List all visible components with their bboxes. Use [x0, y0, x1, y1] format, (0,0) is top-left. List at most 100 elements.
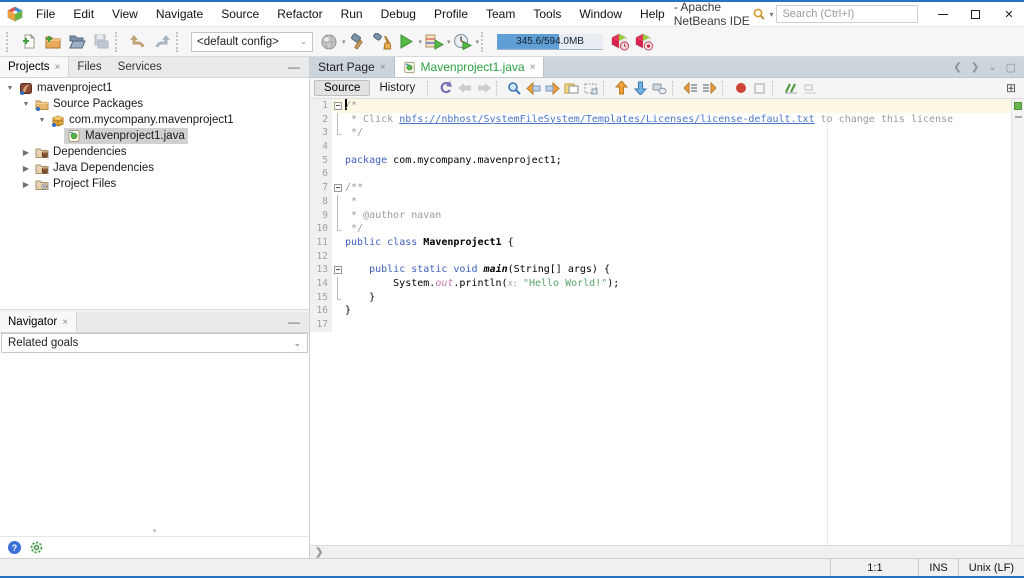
code-line[interactable]: 2 * Click nbfs://nbhost/SystemFileSystem… [310, 113, 1011, 127]
tree-chevron-icon[interactable]: ▶ [20, 164, 32, 173]
code-line-content[interactable]: */ [332, 126, 1011, 140]
code-line[interactable]: 5package com.mycompany.mavenproject1; [310, 154, 1011, 168]
minimize-button[interactable] [926, 2, 959, 26]
profile-caret[interactable]: ▾ [476, 38, 480, 46]
toolbar-grip[interactable] [6, 32, 13, 52]
editor-tab-start-page[interactable]: Start Page× [310, 57, 394, 77]
find-next-icon[interactable] [543, 79, 562, 97]
code-text[interactable]: } [345, 291, 375, 305]
search-input[interactable]: Search (Ctrl+I) [776, 5, 918, 23]
code-line[interactable]: 6 [310, 167, 1011, 181]
set-configuration-caret[interactable]: ▾ [342, 38, 346, 46]
settings-gear-icon[interactable] [29, 540, 44, 555]
tree-row[interactable]: ▶Java Dependencies [0, 160, 309, 176]
set-configuration-icon[interactable] [317, 30, 341, 54]
toolbar-grip[interactable] [481, 32, 488, 52]
forward-icon[interactable] [474, 79, 493, 97]
code-text[interactable]: System.out.println(x: "Hello World!"); [345, 277, 619, 291]
code-text[interactable]: public class Mavenproject1 { [345, 236, 514, 250]
tree-chevron-icon[interactable]: ▼ [20, 101, 32, 108]
tree-chevron-icon[interactable]: ▼ [36, 117, 48, 124]
redo-button[interactable] [150, 30, 174, 54]
code-line[interactable]: 8 * [310, 195, 1011, 209]
error-stripe[interactable] [1011, 99, 1024, 545]
scroll-tabs-right-icon[interactable]: ❯ [971, 62, 979, 73]
code-line-content[interactable]: System.out.println(x: "Hello World!"); [332, 277, 1011, 291]
menu-window[interactable]: Window [570, 4, 631, 24]
undo-button[interactable] [126, 30, 150, 54]
code-text[interactable]: * [345, 195, 357, 209]
shift-right-icon[interactable] [700, 79, 719, 97]
project-configuration-select[interactable]: <default config>⌄ [191, 32, 313, 52]
search-dropdown-caret[interactable]: ▾ [769, 10, 773, 19]
next-occurrence-icon[interactable] [631, 79, 650, 97]
code-line[interactable]: 14 System.out.println(x: "Hello World!")… [310, 277, 1011, 291]
code-line-content[interactable]: public static void main(String[] args) { [332, 263, 1011, 277]
fold-collapse-box[interactable] [334, 184, 342, 192]
insert-mode-status[interactable]: INS [918, 559, 957, 576]
minimize-panel-icon[interactable]: — [279, 57, 309, 77]
code-text[interactable]: /** [345, 181, 363, 195]
split-editor-icon[interactable]: ⊞ [1006, 81, 1020, 95]
code-line-content[interactable]: public class Mavenproject1 { [332, 236, 1011, 250]
uncomment-icon[interactable] [800, 79, 819, 97]
code-text[interactable]: * @author navan [345, 209, 441, 223]
fold-toggle-icon[interactable] [332, 99, 345, 113]
tree-row[interactable]: ▼Source Packages [0, 96, 309, 112]
tree-row[interactable]: ▶Project Files [0, 176, 309, 192]
menu-navigate[interactable]: Navigate [147, 4, 212, 24]
menu-run[interactable]: Run [332, 4, 372, 24]
close-icon[interactable]: × [380, 62, 386, 73]
tree-item[interactable]: Dependencies [32, 144, 130, 160]
expand-output-icon[interactable]: ❯ [315, 547, 323, 558]
tree-row[interactable]: ▼com.mycompany.mavenproject1 [0, 112, 309, 128]
code-text[interactable]: /* [345, 99, 357, 113]
find-previous-icon[interactable] [524, 79, 543, 97]
code-line[interactable]: 3 */ [310, 126, 1011, 140]
code-line-content[interactable] [332, 140, 1011, 154]
code-line-content[interactable] [332, 250, 1011, 264]
tree-chevron-icon[interactable]: ▼ [4, 85, 16, 92]
new-project-button[interactable] [41, 30, 65, 54]
menu-view[interactable]: View [103, 4, 147, 24]
open-project-button[interactable] [65, 30, 89, 54]
fold-collapse-box[interactable] [334, 266, 342, 274]
search-icon[interactable] [752, 7, 766, 21]
code-text[interactable]: * Click nbfs://nbhost/SystemFileSystem/T… [345, 113, 953, 127]
collapse-handle-icon[interactable]: ▾ [0, 528, 309, 536]
run-project-button[interactable] [394, 30, 418, 54]
start-macro-recording-icon[interactable] [731, 79, 750, 97]
tree-item[interactable]: Java Dependencies [32, 160, 157, 176]
shift-left-icon[interactable] [681, 79, 700, 97]
code-line[interactable]: 9 * @author navan [310, 209, 1011, 223]
last-edit-location-icon[interactable] [436, 79, 455, 97]
rectangular-selection-icon[interactable] [581, 79, 600, 97]
previous-occurrence-icon[interactable] [612, 79, 631, 97]
code-line[interactable]: 11public class Mavenproject1 { [310, 236, 1011, 250]
tree-item[interactable]: Mavenproject1.java [64, 128, 188, 144]
menu-edit[interactable]: Edit [64, 4, 103, 24]
minimize-panel-icon[interactable]: — [279, 312, 309, 332]
memory-usage-bar[interactable]: 345.6/594.0MB [497, 34, 603, 50]
tab-list-dropdown-icon[interactable]: ⌄ [988, 62, 996, 73]
tab-projects[interactable]: Projects× [0, 57, 69, 77]
code-line-content[interactable]: /* [332, 99, 1011, 113]
profile-project-button[interactable] [451, 30, 475, 54]
close-button[interactable]: ✕ [992, 2, 1024, 26]
code-line[interactable]: 17 [310, 318, 1011, 332]
tree-item[interactable]: Project Files [32, 176, 119, 192]
fold-toggle-icon[interactable] [332, 263, 345, 277]
toggle-bookmark-icon[interactable] [650, 79, 669, 97]
code-line-content[interactable]: * Click nbfs://nbhost/SystemFileSystem/T… [332, 113, 1011, 127]
menu-source[interactable]: Source [212, 4, 268, 24]
find-selection-icon[interactable] [505, 79, 524, 97]
tab-services[interactable]: Services [110, 57, 170, 77]
fold-collapse-box[interactable] [334, 102, 342, 110]
stop-macro-recording-icon[interactable] [750, 79, 769, 97]
help-icon[interactable]: ? [7, 540, 22, 555]
menu-team[interactable]: Team [477, 4, 524, 24]
line-ending-status[interactable]: Unix (LF) [958, 559, 1024, 576]
navigator-scope-select[interactable]: Related goals⌄ [1, 333, 308, 353]
code-line-content[interactable]: package com.mycompany.mavenproject1; [332, 154, 1011, 168]
code-line-content[interactable]: } [332, 291, 1011, 305]
